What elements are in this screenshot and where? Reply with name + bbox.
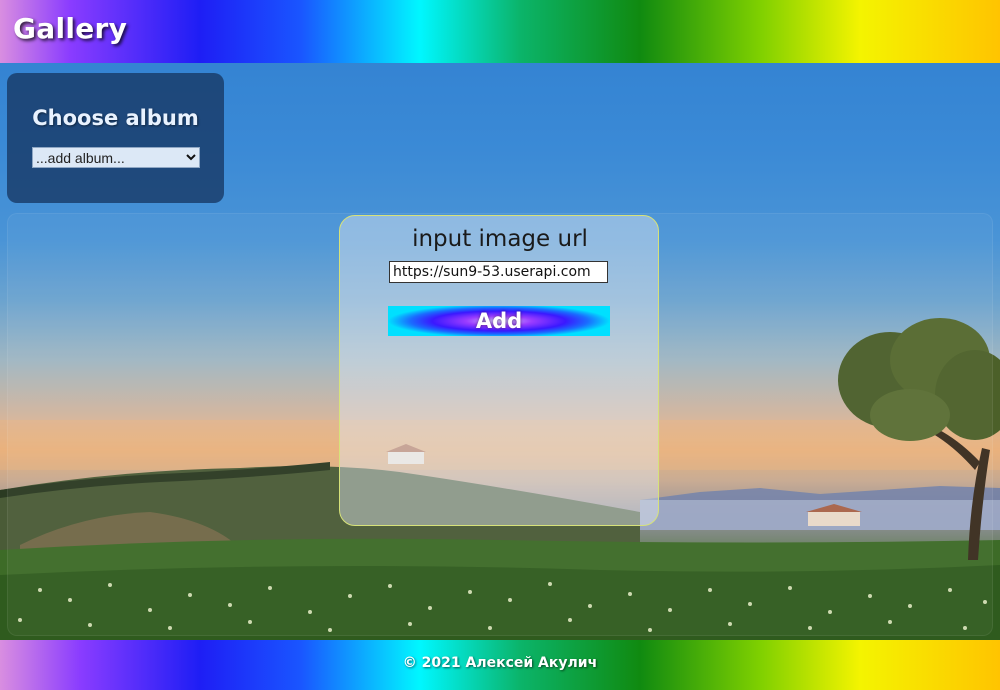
album-panel-title: Choose album — [32, 106, 199, 130]
footer-bar: © 2021 Алексей Акулич — [0, 640, 1000, 690]
album-panel: Choose album — [7, 73, 224, 203]
header-bar: Gallery — [0, 0, 1000, 63]
add-image-button[interactable]: Add — [388, 306, 610, 336]
image-url-input[interactable] — [389, 261, 608, 283]
brand-title[interactable]: Gallery — [13, 12, 127, 45]
copyright-text: © 2021 Алексей Акулич — [402, 655, 598, 671]
album-select[interactable]: ...add album... — [32, 147, 200, 168]
image-url-label: input image url — [412, 226, 588, 252]
